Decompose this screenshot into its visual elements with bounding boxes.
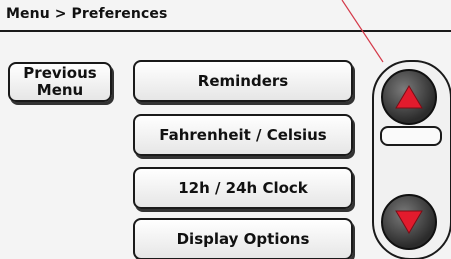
menu-item-label: Reminders — [197, 72, 289, 90]
menu-item-reminders[interactable]: Reminders — [133, 60, 353, 102]
scroll-indicator — [380, 126, 442, 146]
scroll-down-button[interactable] — [381, 194, 437, 250]
previous-menu-label: Previous Menu — [23, 64, 97, 99]
menu-item-temperature-units[interactable]: Fahrenheit / Celsius — [133, 114, 353, 156]
triangle-down-icon — [395, 210, 423, 234]
previous-menu-button[interactable]: Previous Menu — [8, 62, 112, 102]
triangle-up-icon — [395, 85, 423, 109]
scroll-up-button[interactable] — [381, 69, 437, 125]
menu-item-clock-format[interactable]: 12h / 24h Clock — [133, 167, 353, 209]
menu-item-label: 12h / 24h Clock — [178, 179, 308, 197]
menu-item-label: Display Options — [176, 230, 310, 248]
menu-item-label: Fahrenheit / Celsius — [159, 126, 327, 144]
menu-item-display-options[interactable]: Display Options — [133, 218, 353, 259]
thermostat-screen: Menu > Preferences Previous Menu Reminde… — [0, 0, 451, 259]
